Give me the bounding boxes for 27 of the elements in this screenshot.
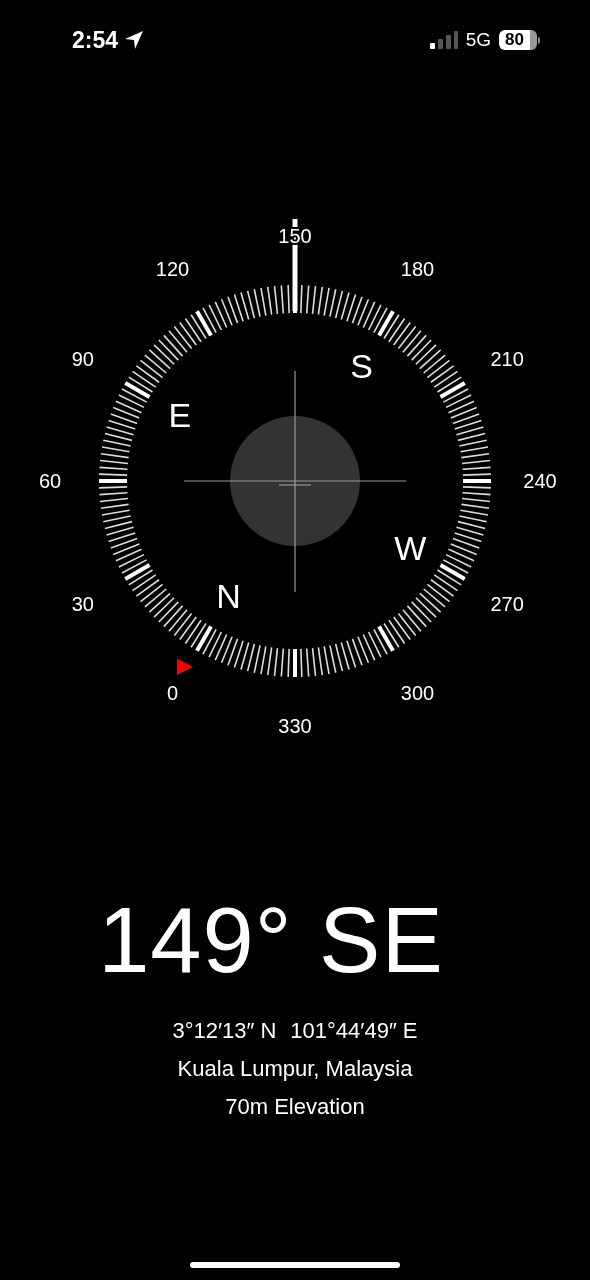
longitude-text: 101°44′49″ E [290,1018,418,1044]
degree-label: 210 [490,347,524,370]
battery-icon: 80 [499,30,540,50]
location-arrow-icon [124,30,145,50]
degree-label: 270 [490,592,524,615]
network-label: 5G [465,29,492,51]
home-indicator[interactable] [190,1262,400,1268]
degree-label: 240 [523,470,557,492]
latitude-text: 3°12′13″ N [172,1018,277,1044]
degree-label: 120 [155,257,190,280]
direction-letter: N [216,577,241,616]
direction-letter: S [350,346,373,385]
degree-label: 330 [278,715,312,737]
direction-letter: E [168,395,192,434]
degree-label: 300 [400,682,435,705]
degree-label: 60 [38,470,62,492]
degree-label: 30 [71,592,94,615]
place-name: Kuala Lumpur, Malaysia [177,1056,413,1082]
heading-readout: 149° SE [98,890,444,990]
signal-icon [429,31,458,49]
degree-label: 180 [400,257,435,280]
degree-label: 90 [71,347,94,370]
north-marker-icon [177,659,193,675]
elevation-text: 70m Elevation [225,1094,365,1120]
degree-label: 0 [166,682,179,705]
direction-letter: W [394,528,427,567]
status-time: 2:54 [72,26,119,54]
